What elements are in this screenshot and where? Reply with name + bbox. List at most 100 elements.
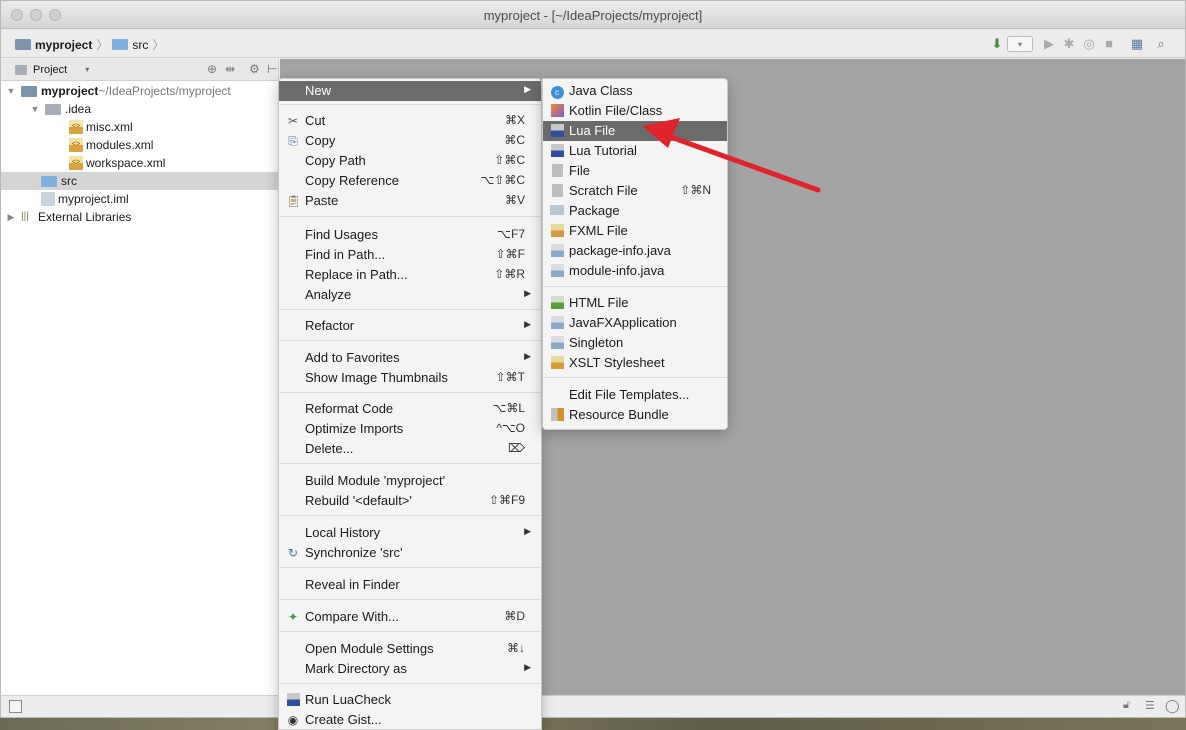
tree-item-src[interactable]: src (1, 172, 279, 190)
search-icon[interactable]: ⌕ (1153, 36, 1169, 52)
menu-item-label: Rebuild '<default>' (305, 493, 412, 508)
menu-item-reformat-code[interactable]: Reformat Code ⌥⌘L (279, 399, 541, 419)
menu-item-replace-in-path[interactable]: Replace in Path... ⇧⌘R (279, 265, 541, 285)
hide-panel-icon[interactable]: ⊢ (267, 62, 277, 76)
menu-item-local-history[interactable]: Local History ▶ (279, 523, 541, 543)
menu-item-create-gist[interactable]: ◉ Create Gist... (279, 710, 541, 730)
submenu-item-singleton[interactable]: Singleton (543, 333, 727, 353)
debug-icon[interactable]: ✱ (1061, 36, 1077, 52)
submenu-item-javafx-application[interactable]: JavaFXApplication (543, 313, 727, 333)
gear-icon[interactable]: ⚙ (249, 62, 260, 76)
menu-item-reveal-in-finder[interactable]: Reveal in Finder (279, 575, 541, 595)
expanded-arrow-icon[interactable]: ▼ (5, 86, 17, 96)
submenu-item-lua-file[interactable]: Lua File (543, 121, 727, 141)
tree-item-myproject[interactable]: ▼ myproject ~/IdeaProjects/myproject (1, 82, 279, 100)
src-folder-icon (112, 39, 129, 50)
submenu-item-package-info[interactable]: package-info.java (543, 241, 727, 261)
menu-item-shortcut: ⌘↓ (507, 641, 525, 655)
expanded-arrow-icon[interactable]: ▼ (29, 104, 41, 114)
build-icon[interactable]: ⬇ (989, 36, 1005, 52)
menu-item-synchronize[interactable]: ↻ Synchronize 'src' (279, 543, 541, 563)
submenu-arrow-icon: ▶ (524, 84, 531, 94)
tree-item-misc-xml[interactable]: <> misc.xml (1, 118, 279, 136)
tree-item-label: misc.xml (86, 120, 133, 134)
menu-item-find-usages[interactable]: Find Usages ⌥F7 (279, 225, 541, 245)
tree-item-external-libraries[interactable]: ▶ ||| External Libraries (1, 208, 279, 226)
submenu-item-java-class[interactable]: c Java Class (543, 81, 727, 101)
collapsed-arrow-icon[interactable]: ▶ (5, 212, 17, 223)
menu-item-label: Copy (305, 133, 336, 148)
submenu-item-fxml-file[interactable]: FXML File (543, 221, 727, 241)
menu-item-run-luacheck[interactable]: Run LuaCheck (279, 690, 541, 710)
breadcrumb-src[interactable]: src (132, 38, 148, 52)
tree-item-workspace-xml[interactable]: <> workspace.xml (1, 154, 279, 172)
menu-item-analyze[interactable]: Analyze ▶ (279, 285, 541, 305)
run-icon[interactable]: ▶ (1041, 36, 1057, 52)
menu-item-label: Reveal in Finder (305, 577, 400, 592)
submenu-item-scratch-file[interactable]: Scratch File ⇧⌘N (543, 181, 727, 201)
project-view-icon (15, 64, 27, 75)
menu-item-paste[interactable]: 📋︎ Paste ⌘V (279, 191, 541, 211)
menu-item-label: Paste (305, 193, 339, 208)
project-structure-icon[interactable]: ▦ (1129, 36, 1145, 52)
project-view-label[interactable]: Project (33, 64, 67, 76)
menu-item-label: XSLT Stylesheet (569, 355, 665, 370)
menu-item-add-to-favorites[interactable]: Add to Favorites ▶ (279, 348, 541, 368)
submenu-item-resource-bundle[interactable]: Resource Bundle (543, 405, 727, 425)
menu-item-label: Find in Path... (305, 247, 386, 262)
tree-item-label: myproject (41, 84, 99, 98)
submenu-item-package[interactable]: Package (543, 201, 727, 221)
menu-item-shortcut: ⌘C (504, 133, 525, 147)
stop-icon[interactable]: ■ (1101, 36, 1117, 52)
menu-divider (543, 286, 727, 287)
submenu-item-html-file[interactable]: HTML File (543, 293, 727, 313)
breadcrumb-project[interactable]: myproject (35, 38, 92, 52)
copy-icon: ⎘ (288, 134, 298, 148)
tree-item-label: workspace.xml (86, 156, 166, 170)
menu-item-label: Java Class (569, 83, 633, 98)
menu-item-refactor[interactable]: Refactor ▶ (279, 316, 541, 336)
tool-windows-toggle-icon[interactable] (9, 700, 22, 713)
menu-item-open-module-settings[interactable]: Open Module Settings ⌘↓ (279, 639, 541, 659)
breadcrumb: myproject 〉 src 〉 (15, 36, 164, 53)
menu-item-label: Mark Directory as (305, 661, 407, 676)
event-log-icon[interactable]: ◯ (1165, 698, 1180, 714)
collapse-all-icon[interactable]: ⇹ (225, 62, 235, 76)
menu-item-mark-directory-as[interactable]: Mark Directory as ▶ (279, 659, 541, 679)
tree-item-label: modules.xml (86, 138, 154, 152)
inspector-icon[interactable]: ☰ (1145, 699, 1155, 712)
submenu-arrow-icon: ▶ (524, 526, 531, 536)
menu-divider (279, 309, 541, 310)
menu-item-shortcut: ⇧⌘F (495, 247, 525, 261)
tree-item-modules-xml[interactable]: <> modules.xml (1, 136, 279, 154)
menu-item-delete[interactable]: Delete... ⌦ (279, 439, 541, 459)
menu-item-cut[interactable]: ✂ Cut ⌘X (279, 111, 541, 131)
menu-item-build-module[interactable]: Build Module 'myproject' (279, 471, 541, 491)
menu-item-find-in-path[interactable]: Find in Path... ⇧⌘F (279, 245, 541, 265)
menu-item-copy[interactable]: ⎘ Copy ⌘C (279, 131, 541, 151)
tree-item-myproject-iml[interactable]: myproject.iml (1, 190, 279, 208)
scroll-from-source-icon[interactable]: ⊕ (207, 62, 217, 76)
submenu-item-kotlin-file-class[interactable]: Kotlin File/Class (543, 101, 727, 121)
tree-item-idea[interactable]: ▼ .idea (1, 100, 279, 118)
submenu-item-edit-file-templates[interactable]: Edit File Templates... (543, 385, 727, 405)
menu-item-shortcut: ⇧⌘N (680, 183, 711, 197)
menu-item-optimize-imports[interactable]: Optimize Imports ^⌥O (279, 419, 541, 439)
view-dropdown-chevron-icon[interactable]: ▾ (85, 65, 89, 74)
coverage-icon[interactable]: ◎ (1081, 36, 1097, 52)
submenu-item-module-info[interactable]: module-info.java (543, 261, 727, 281)
submenu-item-lua-tutorial[interactable]: Lua Tutorial (543, 141, 727, 161)
menu-item-rebuild[interactable]: Rebuild '<default>' ⇧⌘F9 (279, 491, 541, 511)
menu-item-new[interactable]: New ▶ (279, 81, 541, 101)
menu-item-compare-with[interactable]: ✦ Compare With... ⌘D (279, 607, 541, 627)
java-file-icon (550, 264, 564, 278)
status-bar: 🔓︎ ☰ ◯ (1, 695, 1185, 717)
menu-item-copy-reference[interactable]: Copy Reference ⌥⇧⌘C (279, 171, 541, 191)
menu-item-copy-path[interactable]: Copy Path ⇧⌘C (279, 151, 541, 171)
submenu-item-xslt-stylesheet[interactable]: XSLT Stylesheet (543, 353, 727, 373)
lock-icon[interactable]: 🔓︎ (1123, 699, 1130, 712)
run-config-dropdown[interactable]: ▾ (1007, 36, 1033, 52)
menu-item-show-image-thumbnails[interactable]: Show Image Thumbnails ⇧⌘T (279, 368, 541, 388)
title-bar: myproject - [~/IdeaProjects/myproject] (1, 1, 1185, 29)
submenu-item-file[interactable]: File (543, 161, 727, 181)
